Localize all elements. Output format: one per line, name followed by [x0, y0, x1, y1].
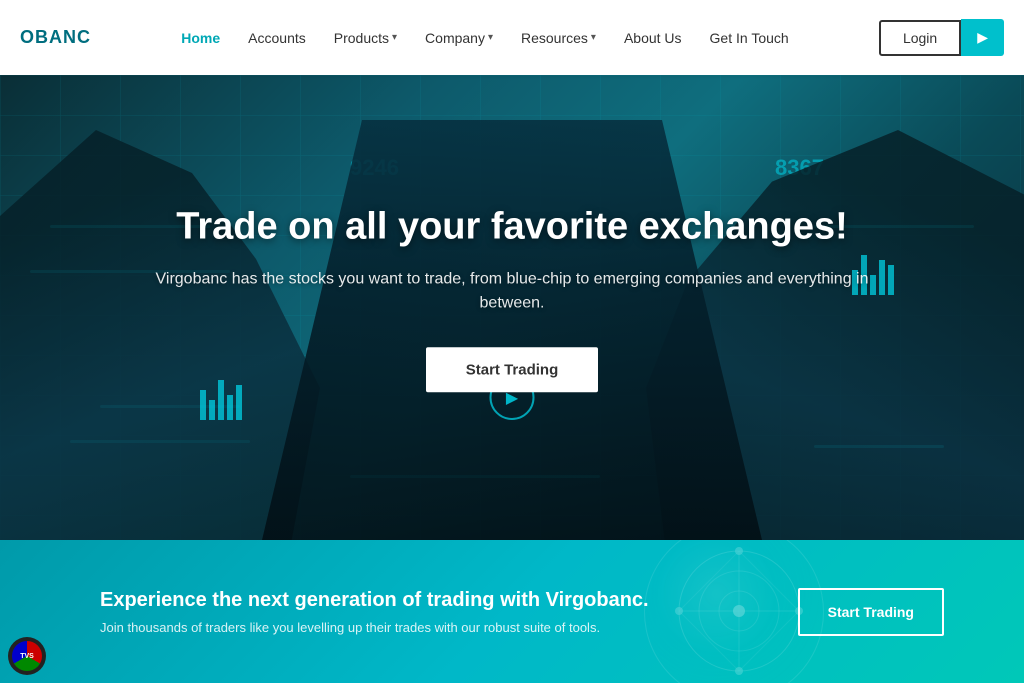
resources-chevron-icon: ▾ — [591, 32, 596, 43]
start-trading-hero-button[interactable]: Start Trading — [426, 347, 599, 392]
login-button[interactable]: Login — [879, 20, 961, 56]
hero-subtitle: Virgobanc has the stocks you want to tra… — [137, 267, 887, 315]
nav-accounts[interactable]: Accounts — [248, 30, 306, 46]
main-nav: Home Accounts Products ▾ Company ▾ Resou… — [91, 30, 879, 46]
banner-subtitle: Join thousands of traders like you level… — [100, 620, 649, 635]
header: OBANC Home Accounts Products ▾ Company ▾… — [0, 0, 1024, 75]
company-chevron-icon: ▾ — [488, 32, 493, 43]
banner-text: Experience the next generation of tradin… — [100, 589, 649, 635]
header-actions: Login ▶ — [879, 19, 1004, 56]
bottom-left-badge: TVS — [8, 637, 46, 675]
nav-home[interactable]: Home — [181, 30, 220, 46]
hero-title: Trade on all your favorite exchanges! — [137, 204, 887, 250]
products-chevron-icon: ▾ — [392, 32, 397, 43]
start-trading-banner-button[interactable]: Start Trading — [798, 588, 944, 636]
bottom-banner: Experience the next generation of tradin… — [0, 540, 1024, 683]
hero-section: 9246 8367 ▶ Trade on all your favorite e… — [0, 75, 1024, 540]
nav-products[interactable]: Products ▾ — [334, 30, 397, 46]
signup-button[interactable]: ▶ — [961, 19, 1004, 56]
hero-content: Trade on all your favorite exchanges! Vi… — [137, 204, 887, 393]
badge-inner: TVS — [12, 641, 42, 671]
nav-about-us[interactable]: About Us — [624, 30, 682, 46]
nav-get-in-touch[interactable]: Get In Touch — [710, 30, 789, 46]
logo: OBANC — [20, 27, 91, 48]
banner-title: Experience the next generation of tradin… — [100, 589, 649, 612]
nav-resources[interactable]: Resources ▾ — [521, 30, 596, 46]
nav-company[interactable]: Company ▾ — [425, 30, 493, 46]
